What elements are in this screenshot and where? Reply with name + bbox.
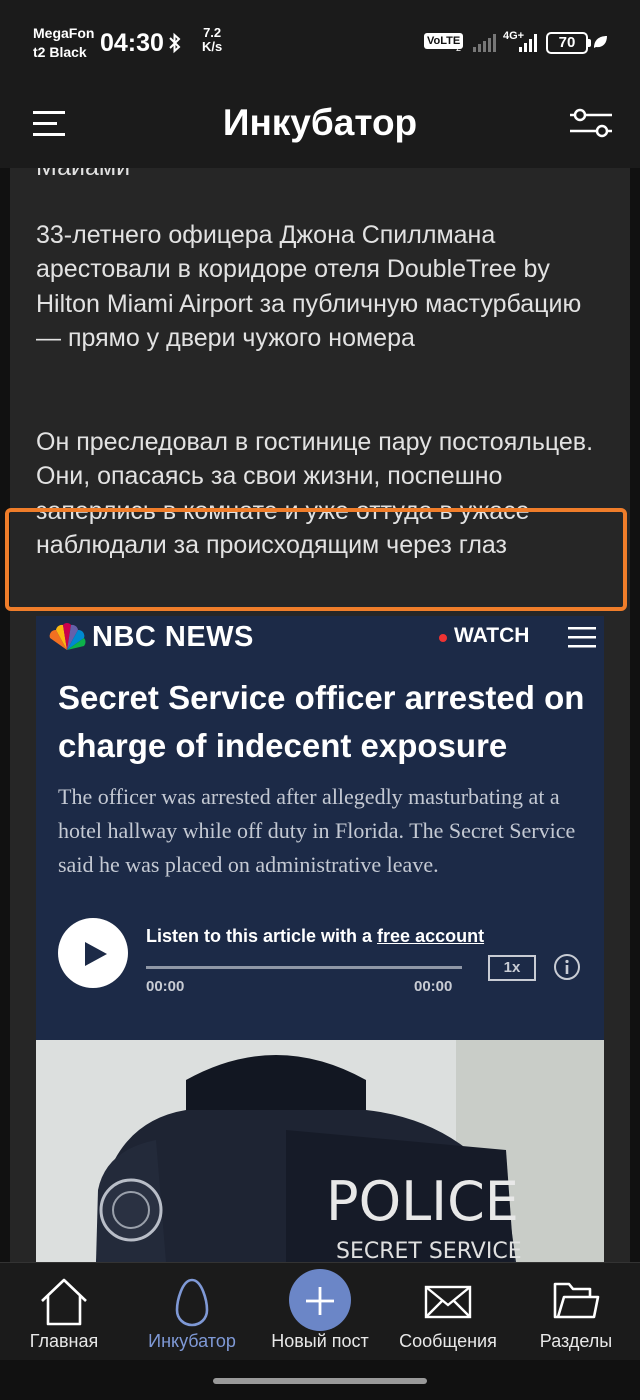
system-navigation-bar — [0, 1360, 640, 1400]
nav-incubator[interactable]: Инкубатор — [132, 1263, 252, 1361]
carrier-name: MegaFon t2 Black — [33, 24, 94, 62]
news-menu-icon — [568, 627, 596, 648]
highlight-box — [5, 508, 627, 611]
carrier-line-1: MegaFon — [33, 25, 95, 41]
bluetooth-icon — [166, 32, 184, 60]
battery-icon: 70 — [546, 32, 588, 54]
free-account-link: free account — [377, 926, 485, 946]
nav-incubator-label: Инкубатор — [148, 1331, 236, 1351]
photo-police-text: POLICE — [326, 1170, 519, 1233]
filter-sliders-icon[interactable] — [570, 106, 612, 140]
audio-progress-bar — [146, 966, 462, 969]
post-content[interactable]: Майами 33-летнего офицера Джона Спиллман… — [10, 168, 630, 1262]
play-icon — [85, 942, 107, 966]
paragraph-1: 33-летнего офицера Джона Спиллмана арест… — [36, 221, 582, 352]
nav-new-post[interactable]: Новый пост — [260, 1263, 380, 1361]
listen-text: Listen to this article with a free accou… — [146, 926, 484, 947]
egg-icon — [175, 1278, 209, 1327]
plus-icon — [306, 1287, 334, 1315]
folder-icon — [553, 1282, 600, 1319]
sim-index: 2 — [456, 43, 462, 53]
carrier-line-2: t2 Black — [33, 44, 87, 60]
watch-link: WATCH — [454, 624, 530, 647]
network-speed: 7.2 K/s — [202, 26, 222, 54]
nav-sections[interactable]: Разделы — [516, 1263, 636, 1361]
audio-time-start: 00:00 — [146, 978, 185, 995]
live-dot — [439, 634, 447, 642]
speed-unit: K/s — [202, 39, 223, 54]
app-header: Инкубатор — [0, 84, 640, 168]
info-icon — [554, 954, 580, 980]
nav-home-label: Главная — [29, 1331, 99, 1351]
news-summary: The officer was arrested after allegedly… — [58, 784, 576, 877]
cut-off-text: Майами — [36, 168, 596, 184]
page-title: Инкубатор — [222, 102, 418, 143]
home-indicator[interactable] — [213, 1378, 427, 1384]
leaf-icon — [594, 36, 607, 48]
nbc-peacock-logo — [49, 623, 86, 650]
playback-speed: 1x — [488, 955, 536, 981]
signal-icon-2 — [519, 34, 537, 52]
police-officer-photo: POLICE SECRET SERVICE — [36, 1040, 604, 1262]
embedded-news-image[interactable]: NBC NEWS WATCH Secret Service officer ar… — [36, 616, 604, 1262]
signal-icon — [473, 34, 496, 52]
news-headline: Secret Service officer arrested on charg… — [58, 679, 585, 764]
nav-messages[interactable]: Сообщения — [390, 1263, 506, 1361]
nav-sections-label: Разделы — [539, 1331, 613, 1351]
listen-prefix: Listen to this article with a — [146, 926, 378, 946]
nav-home[interactable]: Главная — [8, 1263, 120, 1361]
news-brand: NBC NEWS — [92, 621, 254, 653]
photo-secret-service-text: SECRET SERVICE — [336, 1239, 522, 1262]
battery-tip — [588, 39, 591, 47]
envelope-icon — [424, 1285, 472, 1319]
nav-new-post-label: Новый пост — [271, 1331, 369, 1351]
clock: 04:30 — [100, 29, 164, 57]
status-bar: MegaFon t2 Black 04:30 7.2 K/s VoLTE 2 4… — [0, 0, 640, 84]
speed-value: 7.2 — [203, 25, 222, 40]
home-icon — [41, 1278, 87, 1326]
nav-messages-label: Сообщения — [399, 1331, 497, 1351]
bottom-navigation: Главная Инкубатор Новый пост Сообщения Р… — [0, 1262, 640, 1360]
audio-time-end: 00:00 — [414, 978, 453, 995]
